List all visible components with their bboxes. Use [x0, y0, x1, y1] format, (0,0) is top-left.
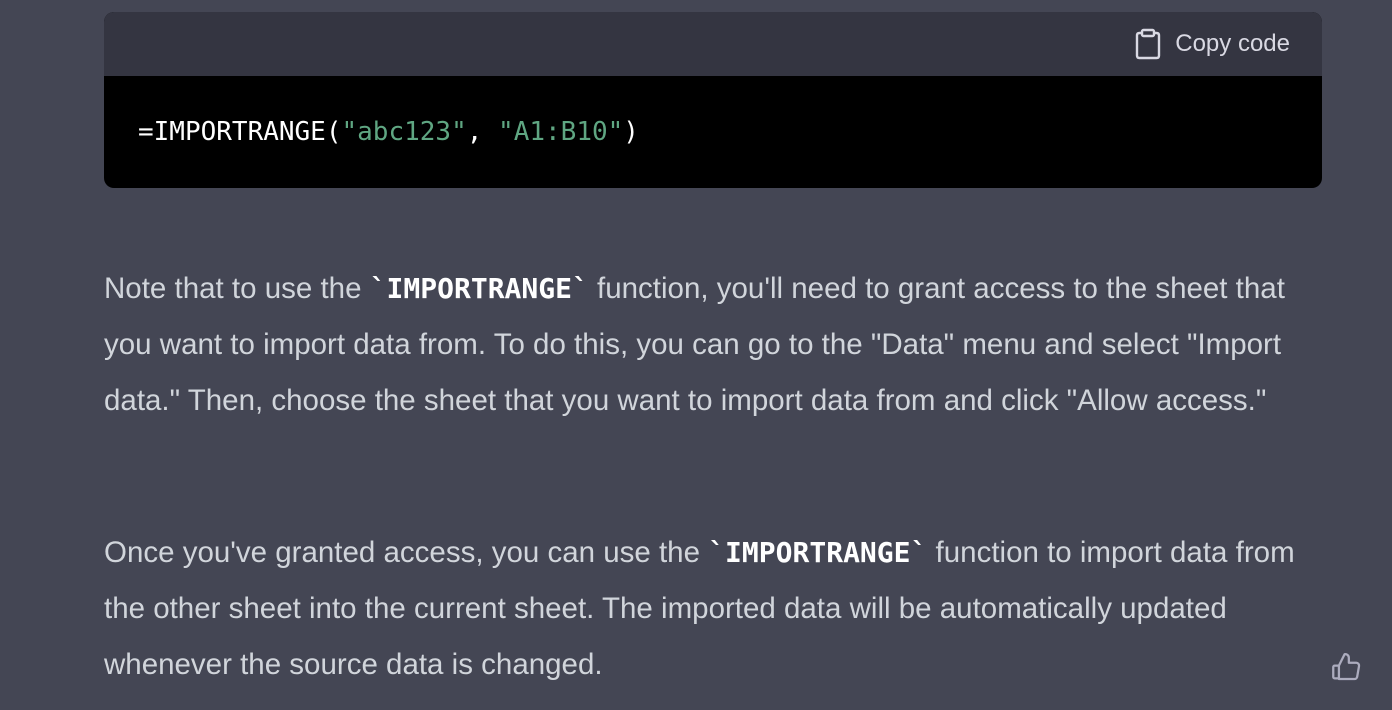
copy-code-button[interactable]: Copy code	[1135, 28, 1290, 60]
code-block-header: Copy code	[104, 12, 1322, 76]
paragraph-text: Note that to use the	[104, 272, 370, 305]
paragraph: Once you've granted access, you can use …	[104, 525, 1319, 693]
code-separator: ,	[466, 117, 499, 147]
inline-code: `IMPORTRANGE`	[369, 272, 589, 305]
clipboard-icon	[1135, 28, 1161, 60]
code-function: =IMPORTRANGE(	[138, 117, 342, 147]
copy-code-label: Copy code	[1175, 30, 1290, 57]
code-content: =IMPORTRANGE("abc123", "A1:B10")	[104, 76, 1322, 188]
paragraph-text: Once you've granted access, you can use …	[104, 536, 709, 569]
code-block: Copy code =IMPORTRANGE("abc123", "A1:B10…	[104, 12, 1322, 188]
paragraph: Note that to use the `IMPORTRANGE` funct…	[104, 261, 1319, 429]
code-string-arg: "abc123"	[341, 117, 467, 147]
code-string-arg: "A1:B10"	[498, 117, 624, 147]
code-close-paren: )	[623, 117, 639, 147]
thumbs-up-button[interactable]	[1328, 650, 1364, 686]
thumbs-up-icon	[1329, 653, 1363, 687]
inline-code: `IMPORTRANGE`	[708, 536, 928, 569]
